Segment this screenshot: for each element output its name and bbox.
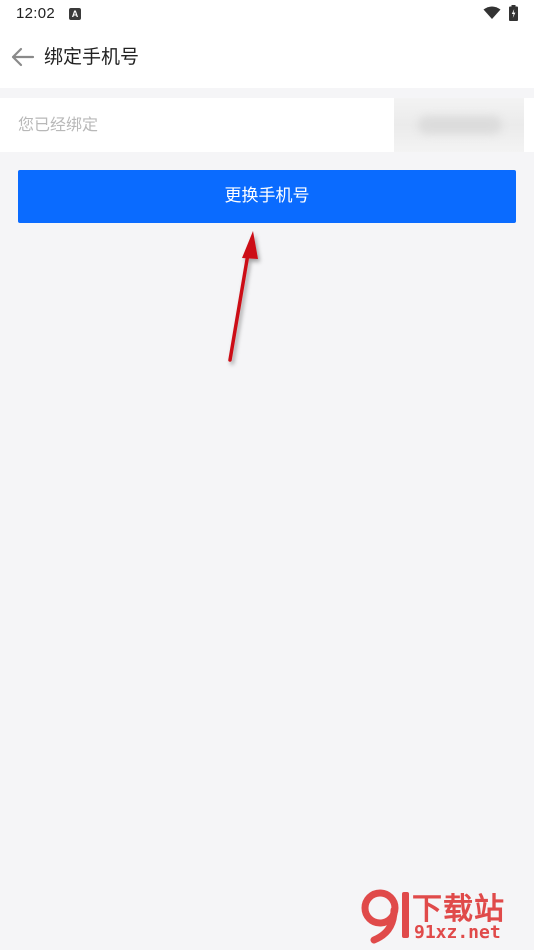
page-title: 绑定手机号 (44, 46, 140, 68)
masked-phone-number (394, 98, 524, 152)
notification-icon: A (69, 8, 81, 20)
bound-phone-row: 您已经绑定 (0, 98, 534, 152)
back-arrow-icon[interactable] (8, 42, 38, 72)
watermark-url: 91xz.net (414, 922, 501, 943)
status-bar: 12:02 A (0, 0, 534, 28)
app-header: 绑定手机号 (0, 28, 534, 88)
watermark-logo-icon (361, 889, 409, 944)
battery-icon (509, 5, 518, 21)
bound-phone-label: 您已经绑定 (18, 115, 99, 134)
wifi-icon (483, 6, 501, 19)
status-time: 12:02 (16, 5, 56, 22)
watermark: 下载站 91xz.net (360, 882, 530, 948)
change-phone-button[interactable]: 更换手机号 (18, 170, 516, 223)
